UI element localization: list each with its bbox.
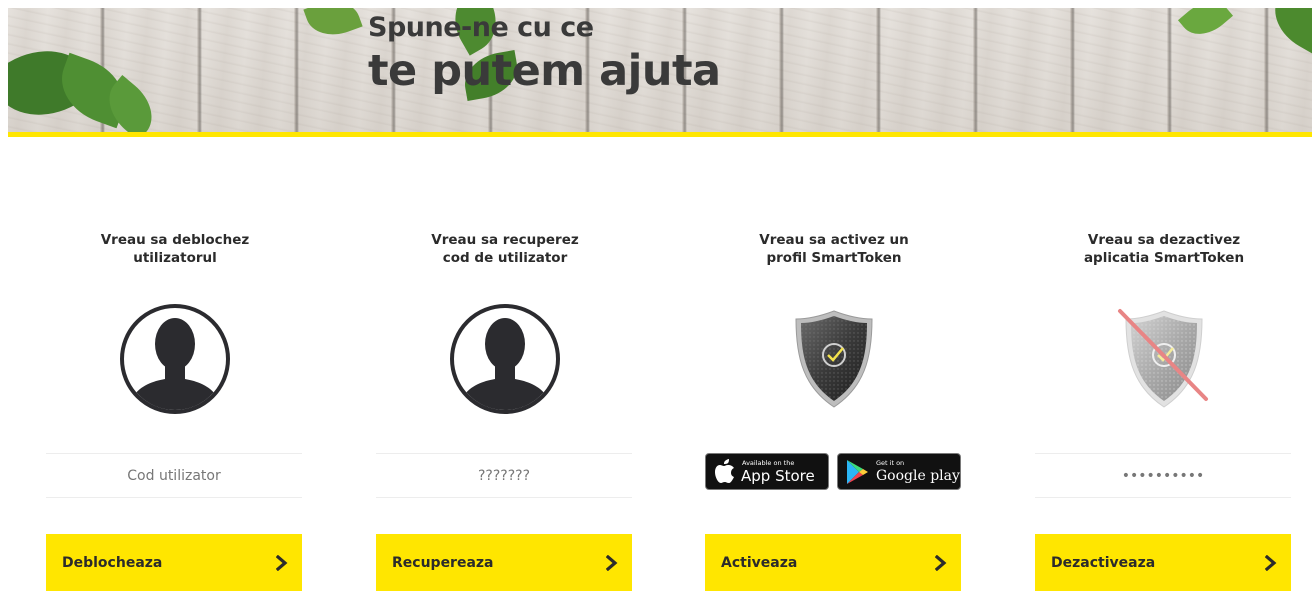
card-title: Vreau sa activez un profil SmartToken — [704, 231, 964, 267]
recover-button[interactable]: Recupereaza — [376, 534, 632, 591]
password-field[interactable] — [1035, 453, 1291, 498]
recovery-input[interactable] — [376, 454, 632, 497]
leaf-decoration — [1262, 8, 1312, 55]
chevron-right-icon — [606, 555, 618, 571]
shield-check-icon — [704, 302, 964, 422]
options-grid: Vreau sa deblochez utilizatorul Debloche… — [0, 137, 1312, 608]
app-store-big-text: App Store — [741, 467, 815, 485]
card-title: Vreau sa recuperez cod de utilizator — [375, 231, 635, 267]
card-title: Vreau sa dezactivez aplicatia SmartToken — [1034, 231, 1294, 267]
card-title-line2: cod de utilizator — [442, 250, 568, 266]
activate-button[interactable]: Activeaza — [705, 534, 961, 591]
password-input[interactable] — [1035, 454, 1291, 497]
unlock-button-label: Deblocheaza — [62, 555, 163, 571]
app-store-small-text: Available on the — [742, 459, 795, 467]
recovery-field[interactable] — [376, 453, 632, 498]
apple-icon — [715, 459, 734, 483]
card-title-line1: Vreau sa dezactivez — [1087, 232, 1241, 248]
google-play-big-text: Google play — [876, 468, 960, 484]
user-silhouette-icon — [45, 302, 305, 422]
card-title-line1: Vreau sa deblochez — [100, 232, 250, 248]
app-store-links: Available on the App Store Get it on Goo… — [704, 453, 964, 493]
chevron-right-icon — [1265, 555, 1277, 571]
google-play-small-text: Get it on — [876, 459, 905, 467]
google-play-button[interactable]: Get it on Google play — [837, 453, 961, 490]
card-title-line2: profil SmartToken — [766, 250, 902, 266]
shield-check-crossed-icon — [1034, 302, 1294, 422]
unlock-user-card: Vreau sa deblochez utilizatorul Debloche… — [45, 137, 305, 608]
activate-button-label: Activeaza — [721, 555, 798, 571]
google-play-icon — [847, 460, 868, 484]
deactivate-smarttoken-card: Vreau sa dezactivez aplicatia SmartToken — [1034, 137, 1294, 608]
unlock-button[interactable]: Deblocheaza — [46, 534, 302, 591]
card-title-line1: Vreau sa recuperez — [431, 232, 579, 248]
recover-user-code-card: Vreau sa recuperez cod de utilizator Rec… — [375, 137, 635, 608]
page-title-line2: te putem ajuta — [368, 46, 721, 96]
card-title-line2: utilizatorul — [133, 250, 217, 266]
chevron-right-icon — [935, 555, 947, 571]
leaf-decoration — [303, 8, 363, 44]
page-title: Spune-ne cu ce te putem ajuta — [368, 10, 721, 96]
deactivate-button-label: Dezactiveaza — [1051, 555, 1156, 571]
activate-smarttoken-card: Vreau sa activez un profil SmartToken Av… — [704, 137, 964, 608]
app-store-button[interactable]: Available on the App Store — [705, 453, 829, 490]
deactivate-button[interactable]: Dezactiveaza — [1035, 534, 1291, 591]
page-title-line1: Spune-ne cu ce — [368, 12, 594, 43]
card-title-line2: aplicatia SmartToken — [1083, 250, 1245, 266]
card-title: Vreau sa deblochez utilizatorul — [45, 231, 305, 267]
user-code-field[interactable] — [46, 453, 302, 498]
chevron-right-icon — [276, 555, 288, 571]
recover-button-label: Recupereaza — [392, 555, 494, 571]
user-code-input[interactable] — [46, 454, 302, 497]
user-silhouette-icon — [375, 302, 635, 422]
card-title-line1: Vreau sa activez un — [759, 232, 909, 248]
leaf-decoration — [1177, 8, 1234, 45]
